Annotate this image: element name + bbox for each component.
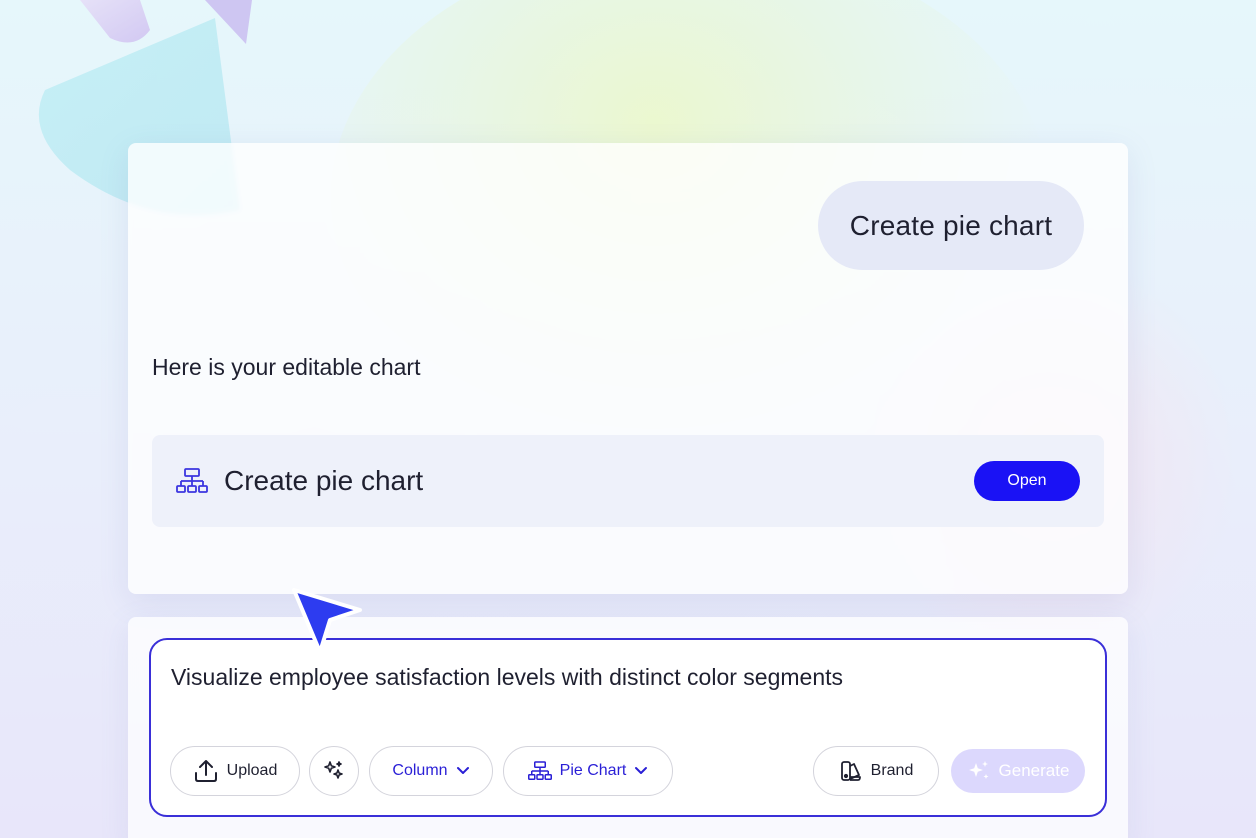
result-card-title: Create pie chart xyxy=(224,465,424,496)
column-label: Column xyxy=(392,762,448,779)
chat-panel: Create pie chart Here is your editable c… xyxy=(128,143,1128,594)
brand-button[interactable]: Brand xyxy=(813,746,939,796)
generate-button[interactable]: Generate xyxy=(951,749,1085,793)
brand-label: Brand xyxy=(870,762,914,779)
chevron-down-icon xyxy=(456,767,469,774)
upload-button[interactable]: Upload xyxy=(170,746,300,796)
upload-icon xyxy=(194,760,217,782)
generate-label: Generate xyxy=(998,761,1070,780)
user-message-bubble: Create pie chart xyxy=(818,181,1084,270)
chart-type-label: Pie Chart xyxy=(559,762,627,779)
column-dropdown[interactable]: Column xyxy=(369,746,493,796)
upload-label: Upload xyxy=(226,762,278,779)
prompt-panel: Visualize employee satisfaction levels w… xyxy=(128,617,1128,838)
brand-palette-icon xyxy=(840,761,861,781)
prompt-input-text[interactable]: Visualize employee satisfaction levels w… xyxy=(171,664,1071,691)
prompt-input-box[interactable]: Visualize employee satisfaction levels w… xyxy=(149,638,1107,817)
chart-type-dropdown[interactable]: Pie Chart xyxy=(503,746,673,796)
chevron-down-icon xyxy=(635,767,648,774)
magic-enhance-button[interactable] xyxy=(309,746,359,796)
sparkle-wand-icon xyxy=(324,761,343,779)
hierarchy-chart-icon xyxy=(527,761,552,780)
assistant-reply: Here is your editable chart xyxy=(152,354,421,380)
chart-result-card[interactable]: Create pie chart Open xyxy=(152,435,1104,527)
open-button[interactable]: Open xyxy=(974,461,1080,501)
sparkle-icon xyxy=(968,761,989,779)
hierarchy-chart-icon xyxy=(176,468,208,493)
